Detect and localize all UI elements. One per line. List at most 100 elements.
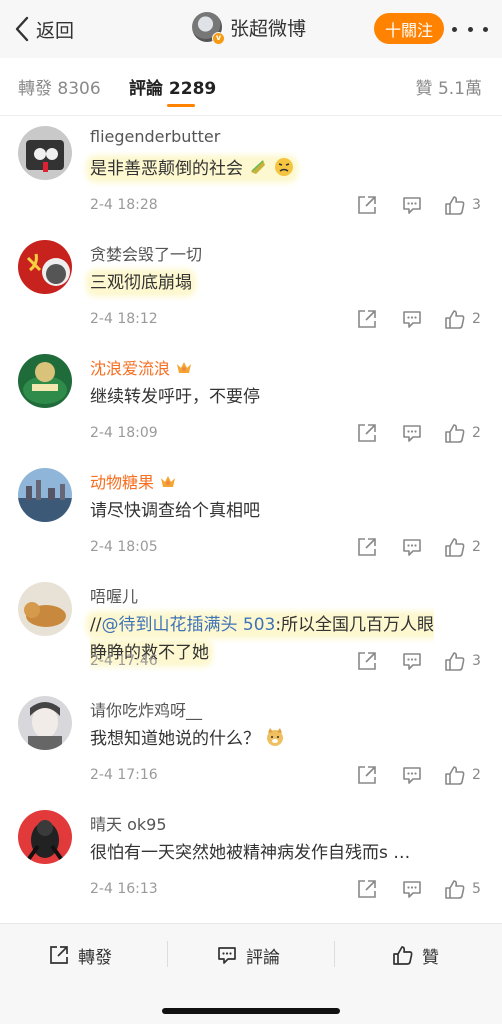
profile-header[interactable]: v 张超微博 (192, 12, 306, 45)
like-button[interactable]: 3 (444, 193, 481, 217)
comment-list: fliegenderbutter 是非善恶颠倒的社会 2-4 18:28 3 贪… (0, 117, 502, 915)
comment-item: 请你吃炸鸡呀__ 我想知道她说的什么？ 2-4 17:16 2 (0, 687, 502, 801)
share-icon (358, 424, 376, 442)
comment-text: 三观彻底崩塌 (90, 273, 192, 293)
bottom-action-bar: 轉發 評論 贊 (0, 923, 502, 1024)
angry-emoji-icon (274, 158, 293, 176)
more-options-icon[interactable] (452, 24, 488, 34)
like-count: 2 (472, 311, 481, 327)
comment-icon (403, 425, 421, 442)
thumbs-up-icon (445, 424, 465, 443)
like-count: 3 (472, 653, 481, 669)
share-button[interactable] (356, 421, 378, 445)
vip-crown-icon (177, 362, 192, 373)
comment-text: 很怕有一天突然她被精神病发作自残而s … (90, 843, 411, 863)
doge-emoji-icon (267, 728, 284, 746)
like-count: 5 (472, 881, 481, 897)
share-button[interactable] (356, 193, 378, 217)
comment-timestamp: 2-4 17:16 (90, 767, 158, 783)
share-icon (358, 538, 376, 556)
like-button[interactable]: 5 (444, 877, 481, 901)
share-icon (50, 946, 68, 964)
comment-timestamp: 2-4 17:46 (90, 653, 158, 669)
divider (167, 941, 168, 967)
follow-button[interactable]: 十關注 (374, 13, 444, 44)
avatar[interactable] (18, 126, 72, 180)
home-indicator[interactable] (162, 1008, 340, 1014)
avatar[interactable] (18, 582, 72, 636)
avatar[interactable] (18, 810, 72, 864)
share-icon (358, 310, 376, 328)
back-button[interactable]: 返回 (14, 14, 74, 44)
comment-username[interactable]: 唔喔儿 (90, 583, 138, 607)
tab-likes[interactable]: 贊 5.1萬 (416, 74, 482, 99)
comment-username[interactable]: 沈浪爱流浪 (90, 355, 193, 379)
share-icon (358, 880, 376, 898)
comment-item: 沈浪爱流浪 继续转发呼吁，不要停 2-4 18:09 2 (0, 345, 502, 459)
verified-badge: v (212, 32, 225, 45)
like-button[interactable]: 3 (444, 649, 481, 673)
divider (334, 941, 335, 967)
comment-username[interactable]: 请你吃炸鸡呀__ (90, 697, 202, 721)
share-button[interactable] (356, 763, 378, 787)
reply-button[interactable] (401, 307, 423, 331)
comment-icon (403, 197, 421, 214)
reply-button[interactable] (401, 649, 423, 673)
like-button[interactable]: 2 (444, 535, 481, 559)
share-button[interactable] (356, 307, 378, 331)
comment-text: 继续转发呼吁，不要停 (90, 387, 260, 407)
comment-username[interactable]: fliegenderbutter (90, 127, 220, 146)
thumbs-up-icon (445, 196, 465, 215)
active-tab-indicator (167, 104, 195, 107)
share-button[interactable] (356, 649, 378, 673)
profile-name[interactable]: 张超微博 (230, 14, 306, 41)
reply-button[interactable] (401, 535, 423, 559)
comment-icon (218, 947, 236, 964)
comment-username[interactable]: 动物糖果 (90, 469, 177, 493)
reply-button[interactable] (401, 763, 423, 787)
like-count: 2 (472, 539, 481, 555)
reply-button[interactable] (401, 193, 423, 217)
comment-actions: 2 (356, 535, 486, 559)
vip-crown-icon (161, 476, 176, 487)
chevron-left-icon (15, 16, 29, 42)
comment-item: 动物糖果 请尽快调查给个真相吧 2-4 18:05 2 (0, 459, 502, 573)
share-icon (358, 196, 376, 214)
back-label: 返回 (36, 19, 75, 42)
thumbs-up-icon (445, 652, 465, 671)
like-button[interactable]: 2 (444, 307, 481, 331)
tab-reposts[interactable]: 轉發 8306 (18, 74, 101, 99)
share-button[interactable] (356, 535, 378, 559)
comment-actions: 2 (356, 421, 486, 445)
avatar[interactable] (18, 468, 72, 522)
comment-timestamp: 2-4 18:05 (90, 539, 158, 555)
share-icon (358, 766, 376, 784)
comment-username[interactable]: 贪婪会毁了一切 (90, 241, 202, 265)
avatar[interactable] (18, 696, 72, 750)
like-button[interactable]: 2 (444, 421, 481, 445)
like-label: 贊 (422, 947, 439, 968)
comment-actions: 5 (356, 877, 486, 901)
comment-item: 晴天 ok95 很怕有一天突然她被精神病发作自残而s … 2-4 16:13 5 (0, 801, 502, 915)
mention-link[interactable]: @待到山花插满头 503 (101, 615, 275, 635)
reply-button[interactable] (401, 877, 423, 901)
comment-button[interactable]: 評論 (216, 942, 502, 968)
repost-button[interactable]: 轉發 (48, 942, 112, 968)
like-button[interactable]: 贊 (392, 942, 439, 968)
top-nav-bar: 返回 v 张超微博 十關注 (0, 0, 502, 58)
comment-actions: 2 (356, 763, 486, 787)
comment-timestamp: 2-4 16:13 (90, 881, 158, 897)
share-icon (358, 652, 376, 670)
share-button[interactable] (356, 877, 378, 901)
avatar[interactable]: v (192, 12, 225, 45)
comment-timestamp: 2-4 18:12 (90, 311, 158, 327)
leaf-emoji-icon (251, 160, 266, 174)
avatar[interactable] (18, 354, 72, 408)
comment-label: 評論 (246, 947, 280, 968)
like-button[interactable]: 2 (444, 763, 481, 787)
comment-actions: 3 (356, 193, 486, 217)
reply-button[interactable] (401, 421, 423, 445)
thumbs-up-icon (445, 766, 465, 785)
comment-username[interactable]: 晴天 ok95 (90, 811, 167, 835)
avatar[interactable] (18, 240, 72, 294)
